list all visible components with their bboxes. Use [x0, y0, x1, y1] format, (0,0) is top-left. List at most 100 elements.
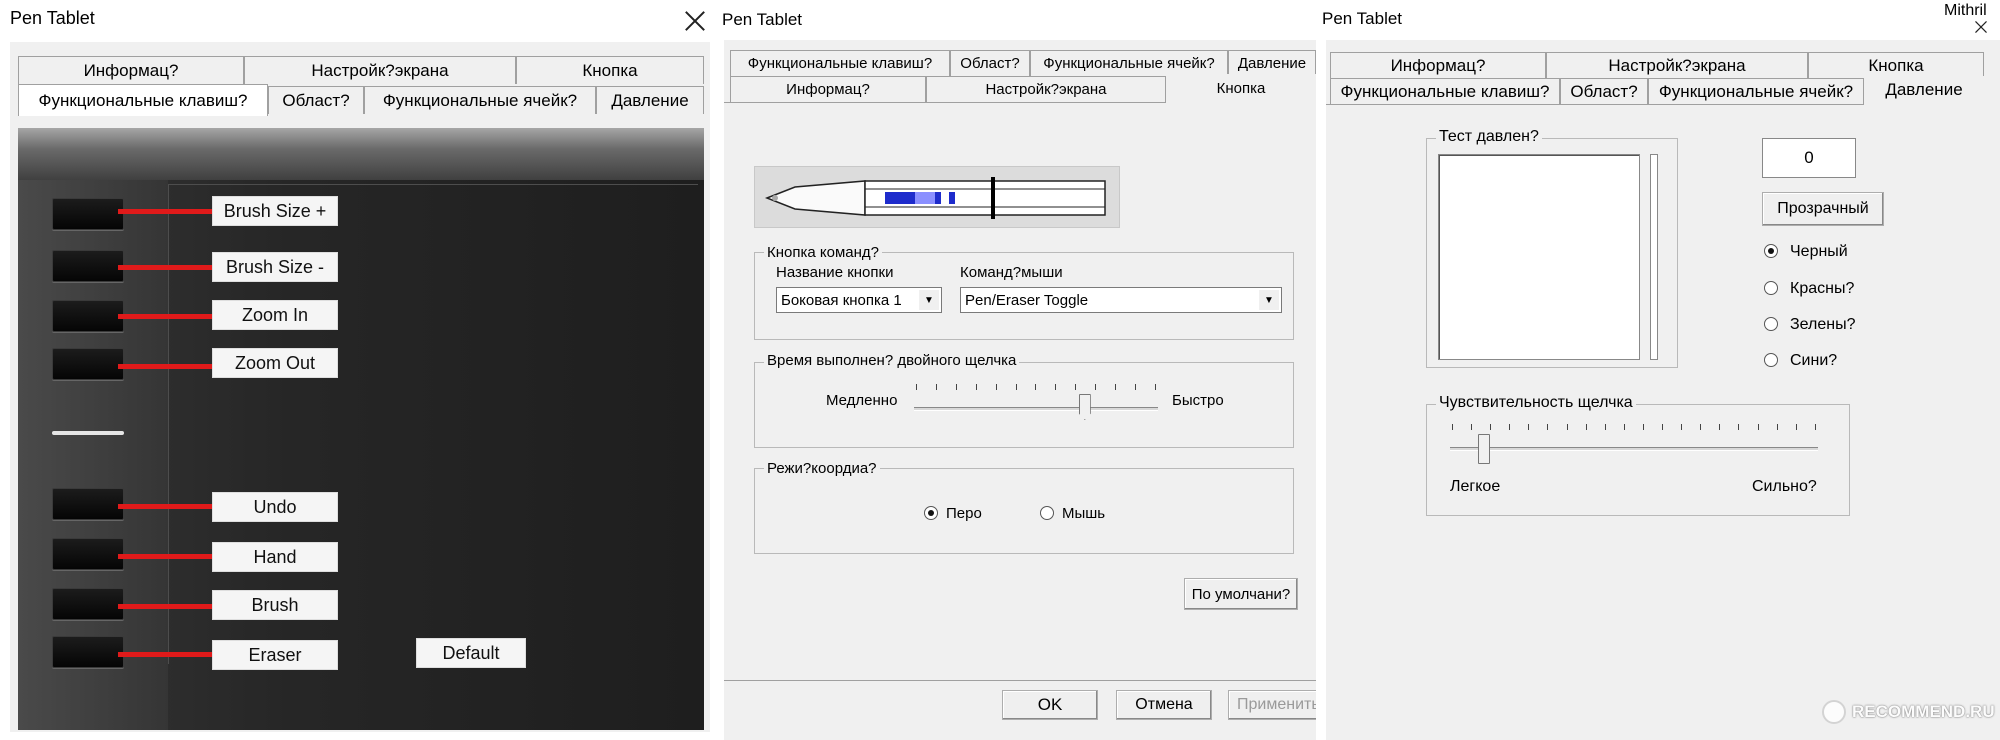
express-key-button[interactable]: Zoom In: [212, 300, 338, 330]
color-label: Черный: [1790, 243, 1848, 260]
express-key-button[interactable]: Zoom Out: [212, 348, 338, 378]
connector-line: [118, 209, 212, 214]
tab-screen-settings[interactable]: Настройк?экрана: [244, 56, 516, 84]
bottom-divider: [724, 680, 1316, 681]
tab-function-keys[interactable]: Функциональные клавиш?: [730, 50, 950, 76]
pen-image: [754, 166, 1120, 228]
close-icon[interactable]: [682, 8, 708, 34]
pressure-level-bar: [1650, 154, 1658, 360]
panel-express-keys: Pen Tablet Информац? Настройк?экрана Кно…: [0, 0, 720, 740]
tab-function-keys[interactable]: Функциональные клавиш?: [1330, 78, 1560, 104]
mouse-mode-radio[interactable]: [1040, 506, 1054, 520]
express-key-8[interactable]: [52, 636, 124, 668]
tab-pressure[interactable]: Давление: [1864, 76, 1984, 104]
group-label: Тест давлен?: [1436, 128, 1542, 146]
slider-thumb[interactable]: [1478, 434, 1490, 464]
tablet-top-edge: [18, 128, 704, 180]
panel-pressure: Pen Tablet Mithril Информац? Настройк?эк…: [1316, 0, 2000, 740]
express-key-1[interactable]: [52, 198, 124, 230]
corner-label: Mithril: [1944, 2, 1987, 19]
express-key-button[interactable]: Hand: [212, 542, 338, 572]
mouse-mode-label: Мышь: [1062, 505, 1106, 522]
group-label: Кнопка команд?: [764, 244, 882, 261]
watermark-text: RECOMMEND.RU: [1852, 702, 1995, 721]
connector-line: [118, 604, 212, 609]
close-icon[interactable]: [1973, 19, 1989, 35]
pen-mode-label: Перо: [946, 505, 982, 522]
tab-screen-settings[interactable]: Настройк?экрана: [1546, 52, 1808, 78]
defaults-button[interactable]: По умолчани?: [1184, 578, 1298, 610]
express-key-button[interactable]: Brush: [212, 590, 338, 620]
window-title: Pen Tablet: [722, 10, 803, 29]
tab-divider: [724, 102, 1166, 103]
express-key-button[interactable]: Brush Size -: [212, 252, 338, 282]
select-value: Pen/Eraser Toggle: [965, 291, 1089, 309]
tab-button[interactable]: Кнопка: [516, 56, 704, 84]
window-title: Pen Tablet: [10, 8, 95, 28]
watermark-logo-icon: [1822, 700, 1846, 724]
chevron-down-icon[interactable]: ▼: [1259, 290, 1279, 310]
chevron-down-icon[interactable]: ▼: [919, 290, 939, 310]
express-key-4[interactable]: [52, 348, 124, 380]
color-label: Красны?: [1790, 280, 1855, 297]
connector-line: [118, 265, 212, 270]
tab-function-keys[interactable]: Функциональные клавиш?: [18, 84, 268, 116]
express-key-2[interactable]: [52, 250, 124, 282]
pen-mode-radio[interactable]: [924, 506, 938, 520]
tab-pressure[interactable]: Давление: [596, 86, 704, 114]
tab-info[interactable]: Информац?: [1330, 52, 1546, 78]
group-label: Режи?коордиа?: [764, 460, 880, 477]
color-radio-green[interactable]: [1764, 317, 1778, 331]
tab-button[interactable]: Кнопка: [1808, 52, 1984, 78]
express-key-button[interactable]: Brush Size +: [212, 196, 338, 226]
select-value: Боковая кнопка 1: [781, 291, 902, 309]
apply-button[interactable]: Применить: [1228, 690, 1316, 720]
tab-divider: [1326, 104, 1864, 105]
button-name-select[interactable]: Боковая кнопка 1 ▼: [776, 287, 942, 313]
tab-function-cells[interactable]: Функциональные ячейк?: [1030, 50, 1228, 76]
express-key-button[interactable]: Eraser: [212, 640, 338, 670]
ok-button[interactable]: OK: [1002, 690, 1098, 720]
tab-info[interactable]: Информац?: [730, 76, 926, 102]
express-key-5[interactable]: [52, 488, 124, 520]
color-label: Зелены?: [1790, 316, 1856, 333]
color-radio-blue[interactable]: [1764, 353, 1778, 367]
express-key-3[interactable]: [52, 300, 124, 332]
express-key-6[interactable]: [52, 538, 124, 570]
pressure-value: 0: [1804, 148, 1814, 167]
tab-area[interactable]: Област?: [1560, 78, 1648, 104]
tab-button[interactable]: Кнопка: [1166, 74, 1316, 102]
strong-label: Сильно?: [1752, 478, 1817, 495]
panel-pen-button: Pen Tablet Функциональные клавиш? Област…: [720, 0, 1316, 740]
tab-area[interactable]: Област?: [950, 50, 1030, 76]
color-radio-red[interactable]: [1764, 281, 1778, 295]
connector-line: [118, 314, 212, 319]
click-sensitivity-slider[interactable]: [1450, 447, 1818, 451]
connector-line: [118, 364, 212, 369]
button-name-label: Название кнопки: [776, 264, 894, 281]
tab-screen-settings[interactable]: Настройк?экрана: [926, 76, 1166, 102]
mouse-command-select[interactable]: Pen/Eraser Toggle ▼: [960, 287, 1282, 313]
cancel-button[interactable]: Отмена: [1116, 690, 1212, 720]
window-title: Pen Tablet: [1322, 9, 1403, 28]
slider-ticks: [916, 384, 1156, 390]
pressure-value-box: 0: [1762, 138, 1856, 178]
tab-function-cells[interactable]: Функциональные ячейк?: [1648, 78, 1864, 104]
express-key-7[interactable]: [52, 588, 124, 620]
tablet-divider-line: [52, 431, 124, 435]
color-radio-black[interactable]: [1764, 244, 1778, 258]
express-key-button[interactable]: Undo: [212, 492, 338, 522]
tab-info[interactable]: Информац?: [18, 56, 244, 84]
tab-area[interactable]: Област?: [268, 86, 364, 114]
pressure-test-canvas[interactable]: [1438, 154, 1640, 360]
default-button[interactable]: Default: [416, 638, 526, 668]
tab-pressure[interactable]: Давление: [1228, 50, 1316, 76]
double-click-slider[interactable]: [914, 407, 1158, 411]
connector-line: [118, 652, 212, 657]
watermark: RECOMMEND.RU: [1822, 700, 1995, 724]
transparent-button[interactable]: Прозрачный: [1762, 192, 1884, 226]
tab-function-cells[interactable]: Функциональные ячейк?: [364, 86, 596, 114]
coordinate-mode-group: [754, 468, 1294, 554]
slider-ticks: [1452, 424, 1816, 430]
color-label: Сини?: [1790, 352, 1838, 369]
